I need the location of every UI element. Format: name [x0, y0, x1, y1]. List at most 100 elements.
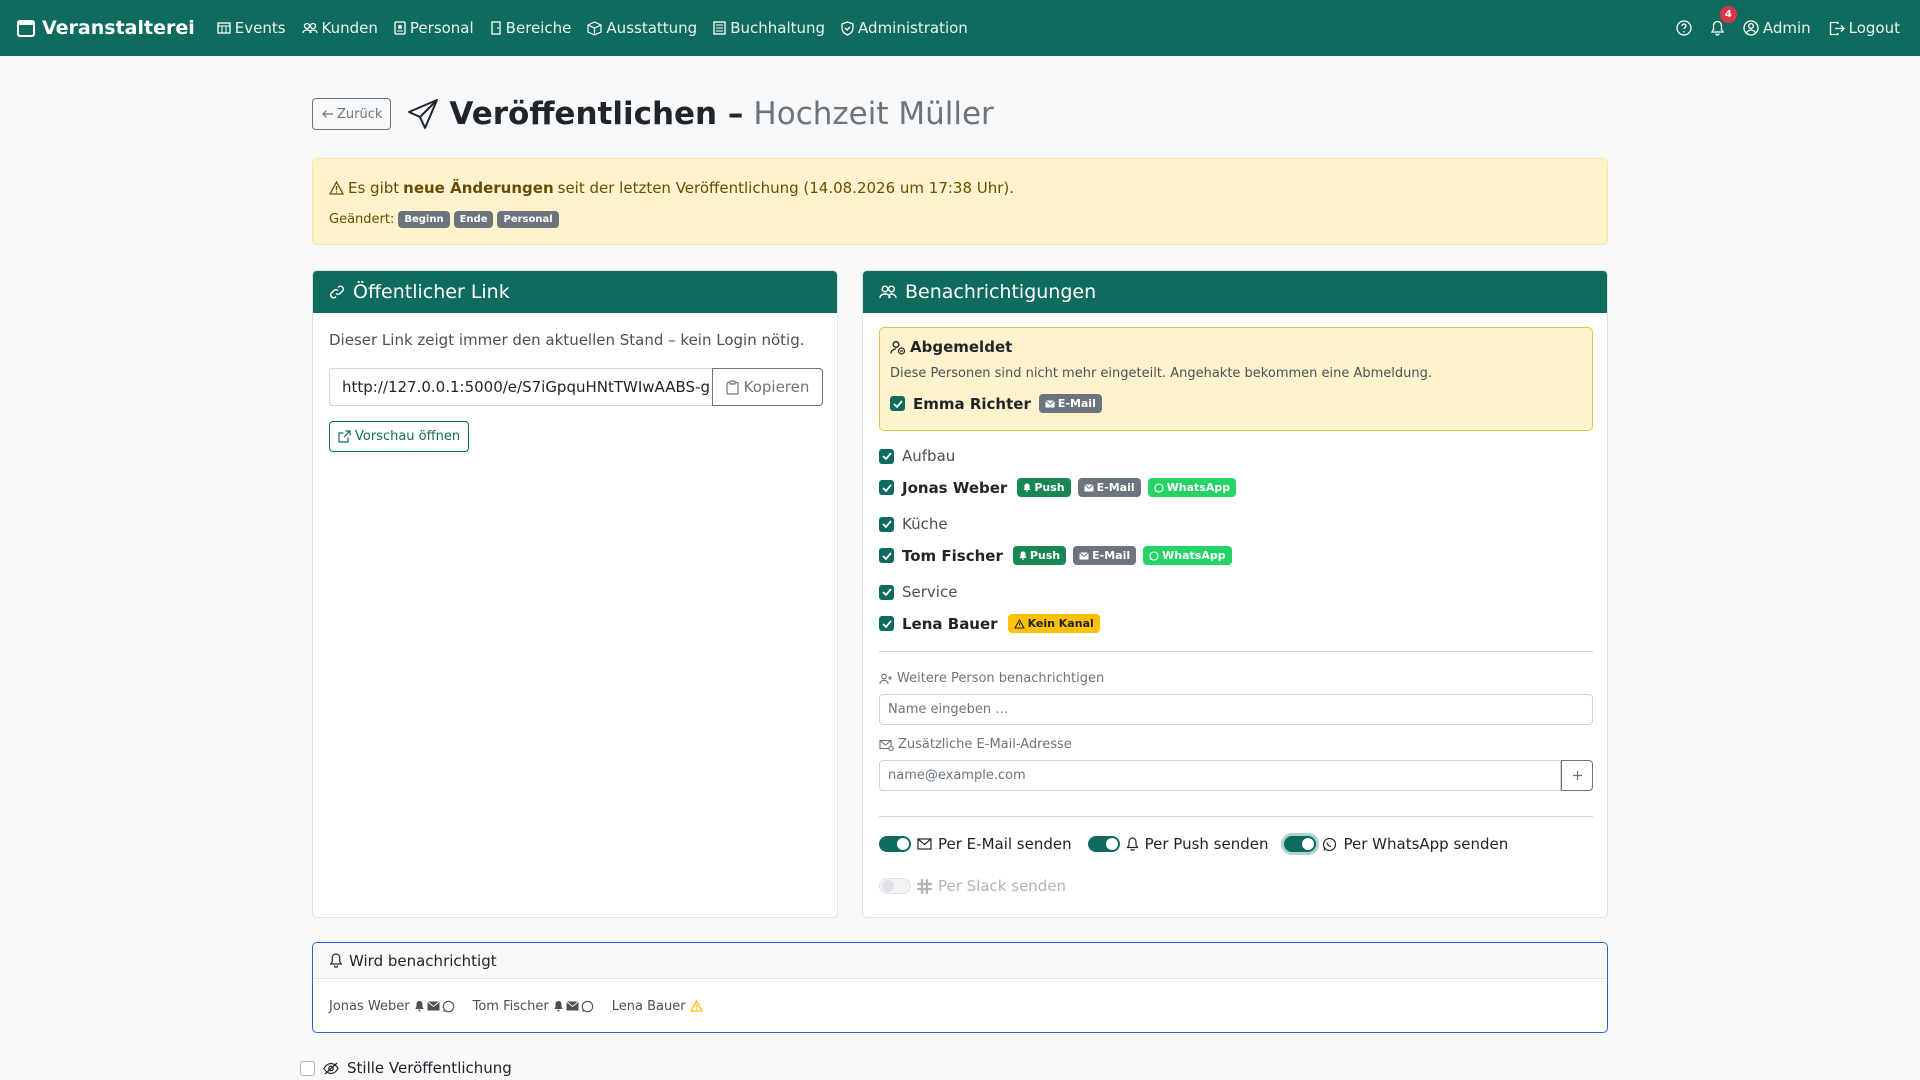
will-notify-card: Wird benachrichtigt Jonas Weber Tom Fisc… [312, 942, 1608, 1033]
envelope-icon [1045, 399, 1055, 408]
toggle-whatsapp-switch[interactable] [1284, 836, 1317, 852]
eye-slash-icon [323, 1062, 339, 1075]
page-title-main: Veröffentlichen – [449, 96, 744, 132]
user-menu[interactable]: Admin [1743, 19, 1811, 37]
changes-alert-text: Es gibt neue Änderungen seit der letzten… [329, 179, 1014, 197]
toggle-push-switch[interactable] [1087, 836, 1120, 852]
copy-button[interactable]: Kopieren [712, 368, 823, 406]
whatsapp-icon [1322, 837, 1337, 852]
will-notify-list: Jonas Weber Tom Fischer Lena Bauer [313, 979, 1607, 1032]
changed-fields: Geändert: Beginn Ende Personal [329, 211, 559, 228]
bell-icon [414, 1000, 425, 1012]
toggle-whatsapp-label: Per WhatsApp senden [1343, 835, 1509, 853]
public-link-input[interactable]: http://127.0.0.1:5000/e/S7iGpquHNtTWIwAA… [329, 368, 712, 406]
extra-person-input[interactable]: Name eingeben … [879, 694, 1593, 725]
add-email-button[interactable] [1561, 760, 1593, 791]
divider [879, 816, 1593, 817]
preview-button[interactable]: Vorschau öffnen [329, 421, 470, 452]
group-row-kueche: Küche [879, 515, 948, 533]
channel-badge-whatsapp-label: WhatsApp [1166, 481, 1231, 494]
notifications-title: Benachrichtigungen [905, 281, 1097, 303]
unassigned-description: Diese Personen sind nicht mehr eingeteil… [890, 366, 1433, 381]
silent-publish-row: Stille Veröffentlichung [300, 1059, 512, 1077]
silent-publish-label: Stille Veröffentlichung [347, 1059, 512, 1077]
nav-administration-label: Administration [858, 19, 968, 37]
nav-events[interactable]: Events [217, 19, 286, 37]
shield-icon [841, 20, 854, 36]
toggle-slack-row: Per Slack senden [879, 877, 1066, 895]
nav-bereiche-label: Bereiche [505, 19, 572, 37]
people-icon [301, 21, 318, 35]
ledger-icon [713, 21, 726, 35]
bell-icon [329, 953, 343, 968]
unassigned-title: Abgemeldet [910, 338, 1013, 356]
toggle-whatsapp-row: Per WhatsApp senden [1284, 835, 1508, 853]
person-checkbox-jonas-weber[interactable] [879, 480, 894, 495]
nav-events-label: Events [234, 19, 286, 37]
nav-administration[interactable]: Administration [841, 19, 968, 37]
unassigned-person-checkbox[interactable] [890, 396, 905, 411]
person-row-jonas-weber: Jonas Weber Push E-Mail WhatsApp [879, 478, 1237, 497]
person-checkbox-tom-fischer[interactable] [879, 548, 894, 563]
top-navbar: Veranstalterei Events Kunden Personal Be… [0, 0, 1920, 56]
envelope-icon [917, 838, 932, 850]
extra-person-label: Weitere Person benachrichtigen [897, 671, 1105, 686]
extra-email-input[interactable]: name@example.com [879, 760, 1561, 791]
group-checkbox-service[interactable] [879, 584, 894, 600]
nav-kunden[interactable]: Kunden [301, 19, 378, 37]
preview-label: Vorschau öffnen [355, 429, 461, 444]
user-name: Admin [1762, 19, 1811, 37]
warning-triangle-icon [1013, 618, 1025, 629]
person-row-tom-fischer: Tom Fischer Push E-Mail WhatsApp [879, 546, 1232, 565]
nav-ausstattung[interactable]: Ausstattung [587, 19, 697, 37]
person-add-icon [879, 673, 893, 685]
channel-badge-push-label: Push [1029, 549, 1061, 562]
copy-label: Kopieren [743, 378, 810, 396]
bell-icon [553, 1000, 564, 1012]
nav-bereiche[interactable]: Bereiche [490, 19, 572, 37]
person-row-lena-bauer: Lena Bauer Kein Kanal [879, 614, 1100, 633]
channel-badge-email-label: E-Mail [1096, 481, 1135, 494]
notify-name: Lena Bauer [611, 998, 686, 1014]
send-icon [407, 98, 439, 130]
toggle-slack-switch[interactable] [879, 878, 911, 894]
channel-badge-email-label: E-Mail [1092, 549, 1131, 562]
channel-badge-email: E-Mail [1073, 546, 1137, 565]
help-icon[interactable] [1676, 20, 1692, 36]
toggle-email-switch[interactable] [879, 836, 911, 852]
logout-icon [1829, 21, 1845, 36]
extra-person-label-row: Weitere Person benachrichtigen [879, 671, 1104, 686]
notifications-card: Benachrichtigungen Abgemeldet Diese Pers… [862, 270, 1608, 918]
nav-buchhaltung[interactable]: Buchhaltung [713, 19, 825, 37]
channel-badge-whatsapp: WhatsApp [1143, 546, 1232, 565]
silent-publish-checkbox[interactable] [300, 1060, 315, 1076]
whatsapp-icon [1149, 550, 1159, 561]
bell-icon [1019, 551, 1027, 560]
envelope-icon [565, 1001, 579, 1011]
bell-icon [1710, 20, 1725, 36]
slack-icon [917, 878, 932, 894]
channel-badge-email: E-Mail [1038, 394, 1102, 413]
back-button[interactable]: Zurück [312, 98, 392, 130]
public-link-card: Öffentlicher Link Dieser Link zeigt imme… [312, 270, 838, 918]
no-channel-label: Kein Kanal [1027, 617, 1094, 630]
group-checkbox-kueche[interactable] [879, 516, 894, 532]
channel-badge-email-label: E-Mail [1057, 397, 1096, 410]
will-notify-title: Wird benachrichtigt [349, 951, 497, 970]
group-checkbox-aufbau[interactable] [879, 448, 894, 464]
whatsapp-icon [442, 1000, 455, 1013]
notifications-button[interactable]: 4 [1710, 6, 1737, 36]
unassigned-box: Abgemeldet Diese Personen sind nicht meh… [879, 327, 1593, 431]
no-channel-badge: Kein Kanal [1007, 614, 1100, 633]
warning-triangle-icon [329, 181, 344, 195]
envelope-icon [1083, 483, 1094, 492]
change-chip-beginn: Beginn [398, 211, 450, 228]
nav-personal[interactable]: Personal [394, 19, 474, 37]
notify-name: Tom Fischer [472, 998, 549, 1014]
brand[interactable]: Veranstalterei [16, 17, 195, 39]
envelope-plus-icon [879, 739, 894, 751]
person-checkbox-lena-bauer[interactable] [879, 616, 894, 631]
plus-icon [1572, 770, 1583, 781]
toggle-push-row: Per Push senden [1087, 835, 1268, 853]
logout-link[interactable]: Logout [1829, 19, 1900, 37]
